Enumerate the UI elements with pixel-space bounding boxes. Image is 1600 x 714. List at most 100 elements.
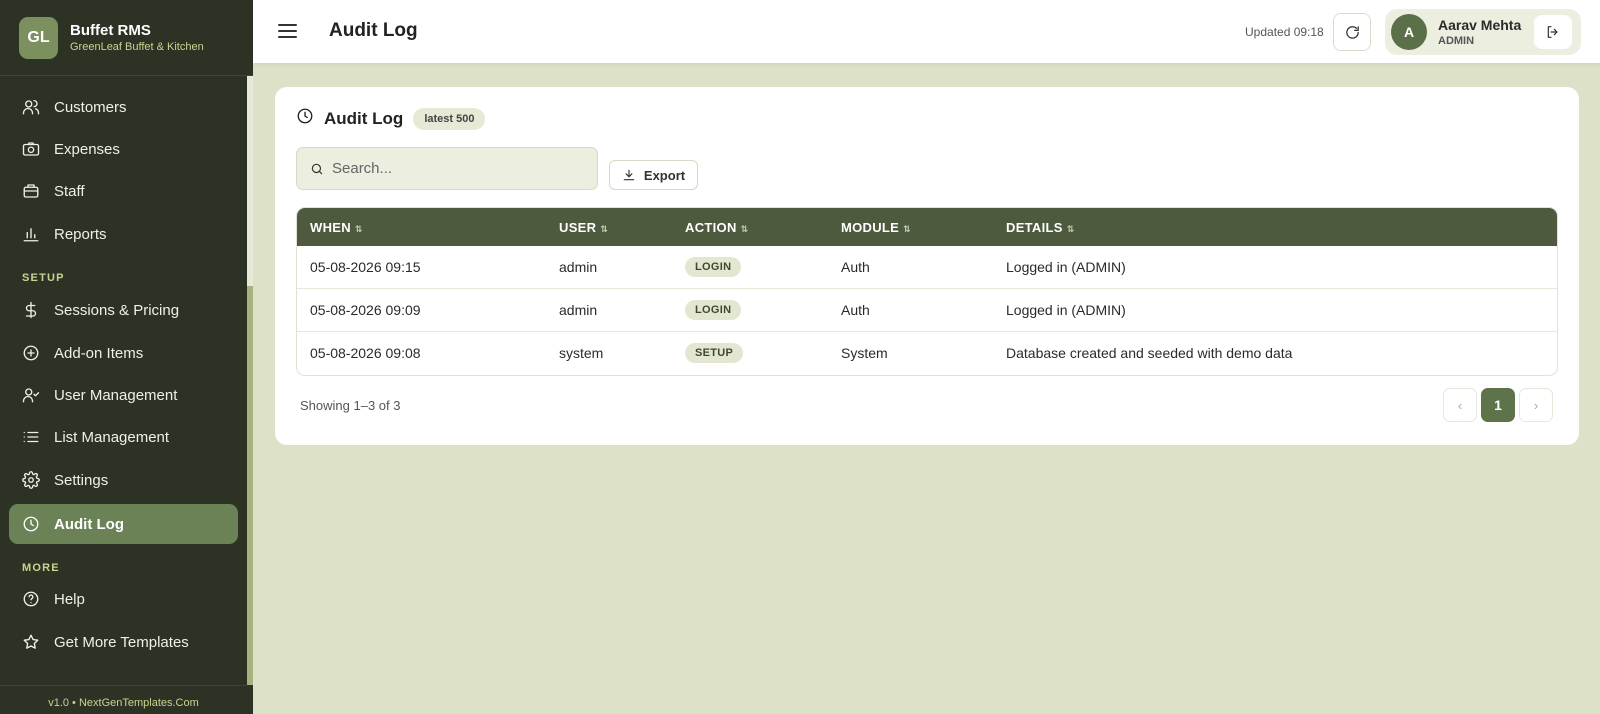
sidebar-item-customers[interactable]: Customers [9,87,238,127]
sidebar-footer: v1.0 • NextGenTemplates.Com [0,685,247,714]
refresh-icon [1345,25,1359,39]
cell-module: System [841,345,888,361]
cell-user: system [559,345,604,361]
brand-name: Buffet RMS [70,22,151,39]
dollar-icon [22,301,40,319]
action-badge: LOGIN [685,300,742,320]
sidebar-item-user-management[interactable]: User Management [9,375,238,415]
help-circle-icon [22,590,40,608]
sidebar-item-list-management[interactable]: List Management [9,417,238,457]
user-chip: A Aarav Mehta ADMIN [1385,9,1581,55]
star-icon [22,633,40,651]
refresh-button[interactable] [1333,13,1371,51]
sidebar-item-addon-items[interactable]: Add-on Items [9,333,238,373]
cell-when: 05-08-2026 09:15 [310,259,421,275]
download-icon [623,169,635,181]
cell-details: Logged in (ADMIN) [1006,302,1126,318]
updated-timestamp: Updated 09:18 [1245,25,1324,39]
sidebar-item-label: Audit Log [54,515,124,533]
brand: GL Buffet RMS GreenLeaf Buffet & Kitchen [0,0,253,76]
section-label-more: MORE [22,562,60,574]
action-badge: SETUP [685,343,744,363]
search-input[interactable] [332,148,592,189]
user-role: ADMIN [1438,35,1475,47]
sidebar-item-expenses[interactable]: Expenses [9,129,238,169]
sidebar-item-label: Customers [54,98,127,116]
logout-button[interactable] [1534,15,1572,49]
action-badge: LOGIN [685,257,742,277]
user-name: Aarav Mehta [1438,17,1522,33]
column-header-when[interactable]: WHEN ⇅ [310,220,363,235]
gear-icon [22,471,40,489]
next-page-button[interactable]: › [1519,388,1553,422]
audit-table: WHEN ⇅ USER ⇅ ACTION ⇅ MODULE ⇅ DETAILS ⇅ 05-… [296,207,1558,376]
cell-when: 05-08-2026 09:09 [310,302,421,318]
audit-log-card: Audit Log latest 500 Export WHEN⇅ USER⇅ … [275,87,1579,445]
cell-when: 05-08-2026 09:08 [310,345,421,361]
sidebar-item-label: Staff [54,182,85,200]
search-icon [311,163,323,175]
sidebar-item-label: Settings [54,471,109,489]
count-badge: latest 500 [413,107,486,130]
menu-toggle-button[interactable] [276,20,300,44]
search-field [296,147,598,190]
column-header-details[interactable]: DETAILS ⇅ [1006,220,1075,235]
sidebar-item-get-more-templates[interactable]: Get More Templates [9,622,238,662]
sidebar-item-label: Get More Templates [54,633,189,651]
scrollbar-track [247,76,253,286]
export-label: Export [643,167,686,183]
sidebar-item-label: Help [54,590,85,608]
briefcase-icon [22,182,40,200]
cell-user: admin [559,302,598,318]
table-row[interactable]: 05-08-2026 09:15 admin LOGIN Auth Logged… [297,246,1557,289]
scrollbar-thumb[interactable] [247,286,253,685]
table-row[interactable]: 05-08-2026 09:08 system SETUP System Dat… [297,332,1557,375]
sidebar: GL Buffet RMS GreenLeaf Buffet & Kitchen… [0,0,253,714]
cell-module: Auth [841,259,870,275]
card-header: Audit Log latest 500 [296,107,486,130]
sidebar-item-audit-log[interactable]: Audit Log [9,504,238,544]
sidebar-item-reports[interactable]: Reports [9,214,238,254]
cell-user: admin [559,259,598,275]
clock-icon [22,515,40,533]
bar-chart-icon [22,225,40,243]
table-row[interactable]: 05-08-2026 09:09 admin LOGIN Auth Logged… [297,289,1557,332]
table-header: WHEN ⇅ USER ⇅ ACTION ⇅ MODULE ⇅ DETAILS ⇅ [297,208,1557,246]
column-header-module[interactable]: MODULE ⇅ [841,220,911,235]
camera-icon [22,140,40,158]
column-header-action[interactable]: ACTION ⇅ [685,220,748,235]
cell-details: Database created and seeded with demo da… [1006,345,1293,361]
user-check-icon [22,386,40,404]
brand-subtitle: GreenLeaf Buffet & Kitchen [70,41,204,53]
plus-circle-icon [22,344,40,362]
sidebar-item-label: List Management [54,428,170,446]
column-header-user[interactable]: USER ⇅ [559,220,608,235]
sidebar-item-staff[interactable]: Staff [9,171,238,211]
sidebar-item-label: User Management [54,386,178,404]
sidebar-item-label: Add-on Items [54,344,144,362]
sidebar-item-label: Expenses [54,140,120,158]
sidebar-scrollbar[interactable] [247,76,253,685]
clock-icon [296,107,314,130]
results-summary: Showing 1–3 of 3 [300,398,401,413]
card-title: Audit Log [324,108,404,128]
sidebar-item-label: Reports [54,225,107,243]
cell-details: Logged in (ADMIN) [1006,259,1126,275]
top-header: Audit Log Updated 09:18 A Aarav Mehta AD… [253,0,1600,63]
section-label-setup: SETUP [22,272,65,284]
sidebar-item-settings[interactable]: Settings [9,460,238,500]
prev-page-button[interactable]: ‹ [1443,388,1477,422]
page-1-button[interactable]: 1 [1481,388,1515,422]
users-icon [22,98,40,116]
sidebar-item-sessions-pricing[interactable]: Sessions & Pricing [9,290,238,330]
pagination: ‹ 1 › [1443,388,1557,422]
sidebar-item-label: Sessions & Pricing [54,301,180,319]
brand-logo: GL [19,16,58,59]
avatar: A [1391,14,1427,50]
logout-icon [1547,26,1558,38]
sidebar-item-help[interactable]: Help [9,579,238,619]
page-title: Audit Log [329,20,418,41]
list-icon [22,428,40,446]
cell-module: Auth [841,302,870,318]
export-button[interactable]: Export [609,160,698,190]
